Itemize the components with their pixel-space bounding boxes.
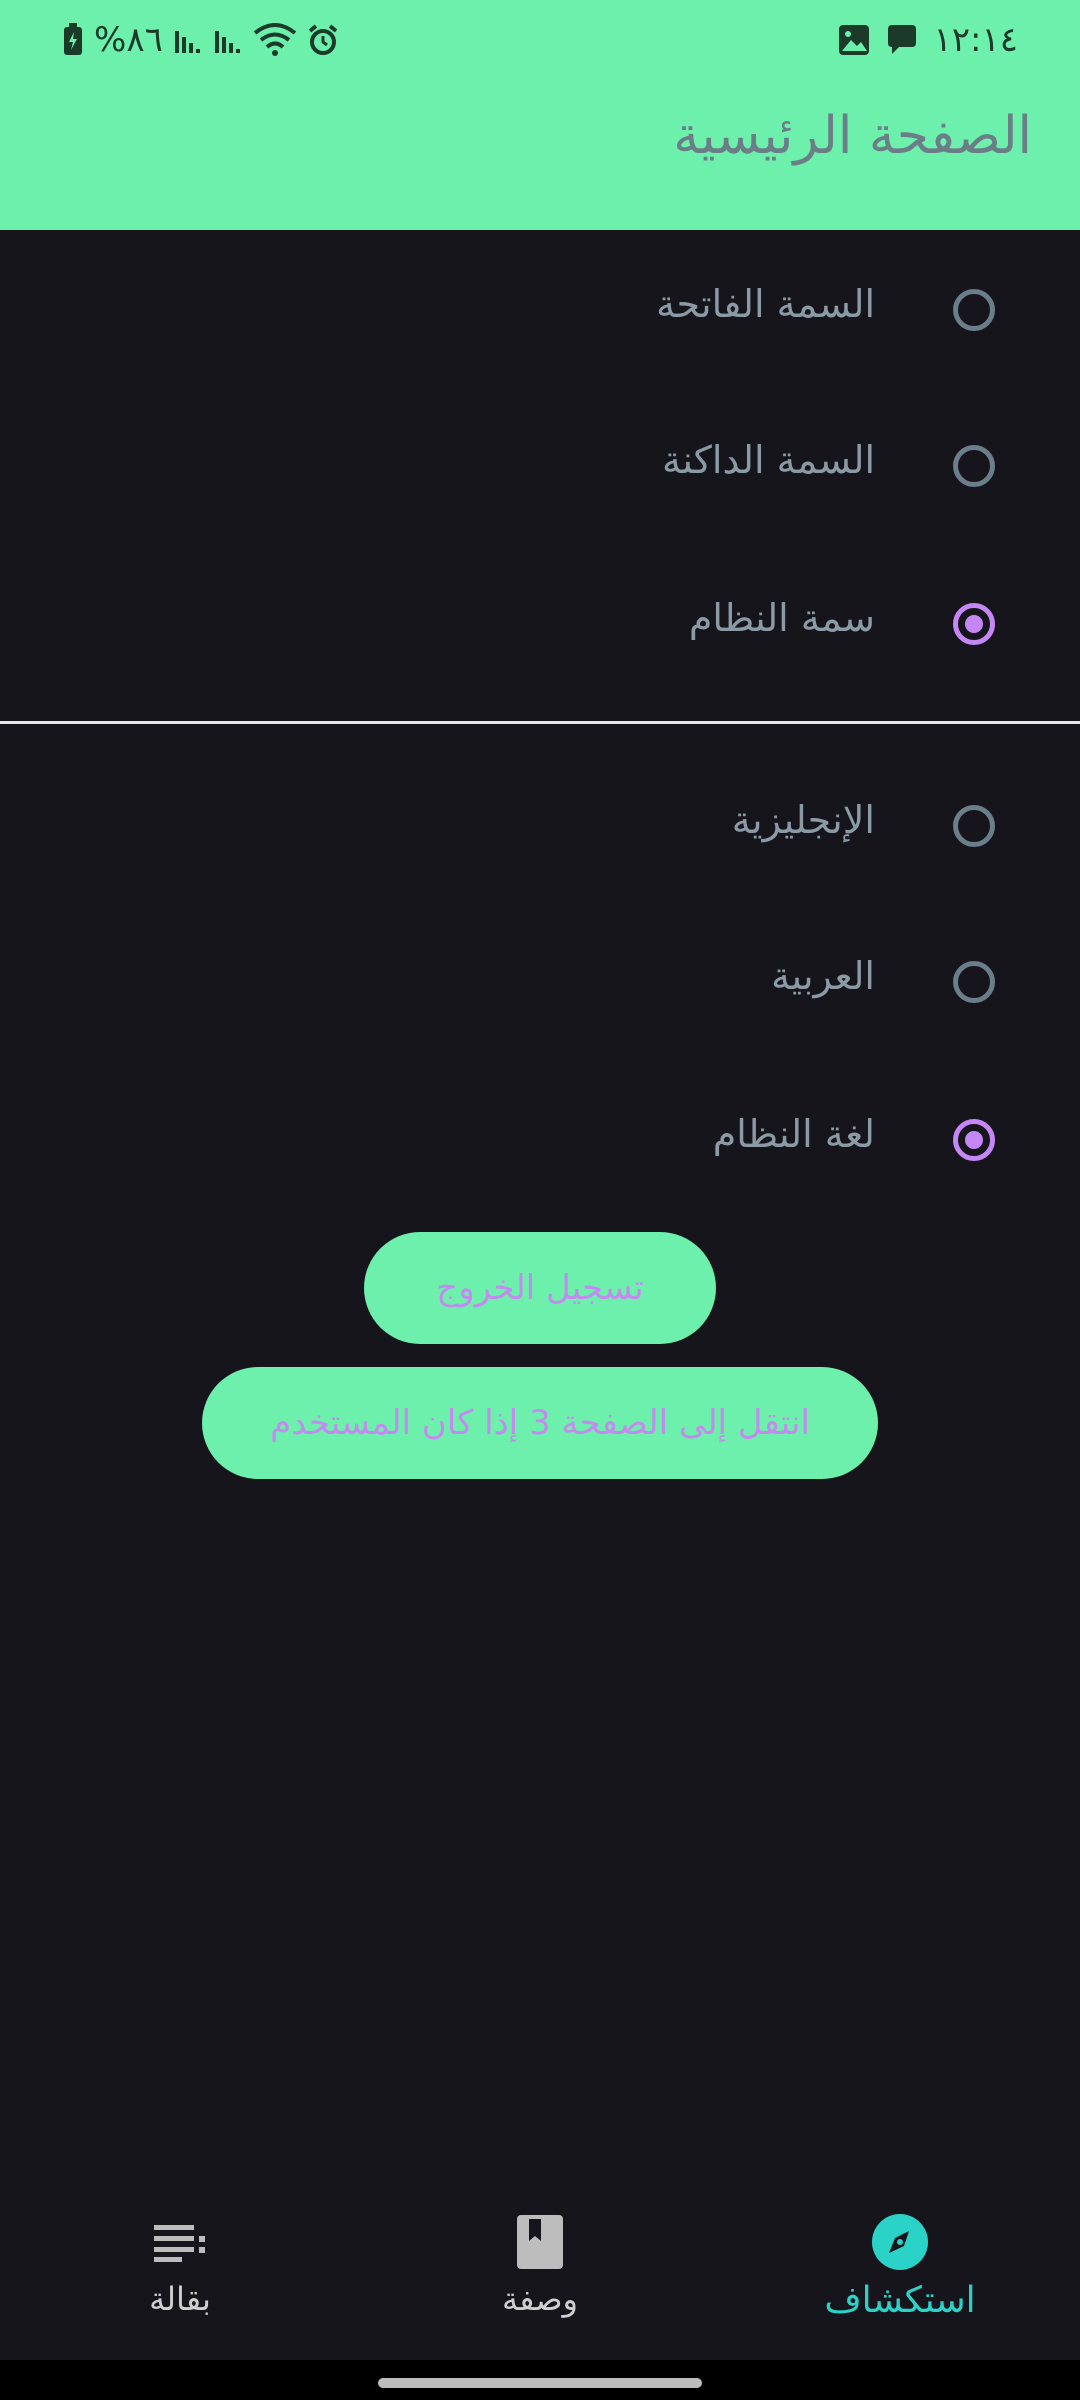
language-option-label: العربية	[771, 954, 875, 998]
radio-system-theme[interactable]	[953, 603, 995, 645]
battery-percent: %٨٦	[94, 20, 163, 60]
radio-dark-theme[interactable]	[953, 445, 995, 487]
section-divider	[0, 721, 1080, 724]
theme-option-label: سمة النظام	[688, 596, 875, 640]
language-option-english[interactable]: الإنجليزية	[0, 766, 1080, 886]
wifi-icon	[253, 23, 297, 57]
battery-charging-icon	[62, 23, 84, 57]
theme-option-light[interactable]: السمة الفاتحة	[0, 250, 1080, 370]
language-option-label: الإنجليزية	[731, 798, 875, 842]
nav-label-explore: استكشاف	[824, 2280, 976, 2321]
language-option-label: لغة النظام	[712, 1112, 875, 1156]
theme-option-label: السمة الداكنة	[661, 438, 875, 482]
theme-option-dark[interactable]: السمة الداكنة	[0, 406, 1080, 526]
signal-icon	[173, 25, 203, 55]
status-left: %٨٦	[62, 18, 339, 62]
app-bar: الصفحة الرئيسية	[0, 80, 1080, 230]
language-option-arabic[interactable]: العربية	[0, 922, 1080, 1042]
nav-item-recipe[interactable]: وصفة	[440, 2212, 640, 2332]
compass-icon	[870, 2212, 930, 2272]
clock: ١٢:١٤	[933, 20, 1018, 60]
language-option-system[interactable]: لغة النظام	[0, 1080, 1080, 1200]
theme-option-label: السمة الفاتحة	[656, 282, 875, 326]
theme-option-system[interactable]: سمة النظام	[0, 564, 1080, 684]
status-right: ١٢:١٤	[837, 18, 1018, 62]
radio-system-language[interactable]	[953, 1119, 995, 1161]
system-navigation-bar	[0, 2360, 1080, 2400]
book-icon	[510, 2212, 570, 2272]
radio-english[interactable]	[953, 805, 995, 847]
goto-page3-button[interactable]: انتقل إلى الصفحة 3 إذا كان المستخدم	[202, 1367, 878, 1479]
image-icon	[837, 23, 871, 57]
nav-item-grocery[interactable]: بقالة	[80, 2212, 280, 2332]
nav-label-grocery: بقالة	[149, 2280, 211, 2318]
home-indicator[interactable]	[378, 2378, 702, 2388]
signal-icon	[213, 25, 243, 55]
logout-button[interactable]: تسجيل الخروج	[364, 1232, 716, 1344]
chat-icon	[885, 23, 919, 57]
page-title: الصفحة الرئيسية	[673, 106, 1032, 166]
alarm-icon	[307, 24, 339, 56]
status-bar: %٨٦ ١٢:١٤	[0, 0, 1080, 80]
bottom-navigation: بقالة وصفة استكشاف	[0, 2180, 1080, 2360]
nav-item-explore[interactable]: استكشاف	[800, 2212, 1000, 2332]
radio-arabic[interactable]	[953, 961, 995, 1003]
nav-label-recipe: وصفة	[502, 2280, 578, 2318]
radio-light-theme[interactable]	[953, 289, 995, 331]
list-icon	[150, 2212, 210, 2272]
